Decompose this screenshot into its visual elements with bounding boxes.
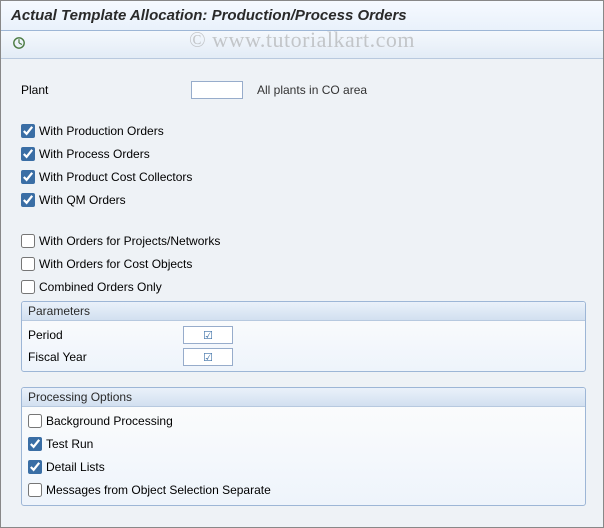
with-orders-projects-checkbox[interactable] — [21, 234, 35, 248]
checkbox-row: With QM Orders — [21, 189, 591, 211]
period-row: Period ☑ — [28, 324, 579, 346]
required-icon: ☑ — [203, 329, 213, 342]
period-input[interactable]: ☑ — [183, 326, 233, 344]
checkbox-label: Test Run — [46, 437, 93, 451]
with-qm-orders-checkbox[interactable] — [21, 193, 35, 207]
checkbox-row: With Product Cost Collectors — [21, 166, 591, 188]
checkbox-label: With QM Orders — [39, 193, 126, 207]
plant-label: Plant — [21, 83, 191, 97]
execute-button[interactable] — [9, 35, 29, 55]
fiscal-year-input[interactable]: ☑ — [183, 348, 233, 366]
plant-hint: All plants in CO area — [257, 83, 367, 97]
checkbox-row: With Production Orders — [21, 120, 591, 142]
fiscal-year-label: Fiscal Year — [28, 350, 183, 364]
combined-orders-only-checkbox[interactable] — [21, 280, 35, 294]
checkbox-row: Detail Lists — [28, 456, 579, 478]
group-header: Processing Options — [22, 388, 585, 407]
checkbox-row: With Orders for Cost Objects — [21, 253, 591, 275]
checkbox-label: Combined Orders Only — [39, 280, 162, 294]
checkbox-label: Detail Lists — [46, 460, 105, 474]
checkbox-row: Test Run — [28, 433, 579, 455]
group-body: Period ☑ Fiscal Year ☑ — [22, 321, 585, 371]
plant-row: Plant All plants in CO area — [21, 79, 591, 101]
with-process-orders-checkbox[interactable] — [21, 147, 35, 161]
messages-separate-checkbox[interactable] — [28, 483, 42, 497]
checkbox-row: Combined Orders Only — [21, 276, 591, 298]
title-bar: Actual Template Allocation: Production/P… — [1, 1, 603, 31]
with-orders-cost-objects-checkbox[interactable] — [21, 257, 35, 271]
checkbox-row: With Process Orders — [21, 143, 591, 165]
processing-options-group: Processing Options Background Processing… — [21, 387, 586, 506]
page-title: Actual Template Allocation: Production/P… — [11, 7, 593, 24]
execute-icon — [12, 36, 26, 53]
checkbox-row: Messages from Object Selection Separate — [28, 479, 579, 501]
toolbar — [1, 31, 603, 59]
required-icon: ☑ — [203, 351, 213, 364]
checkbox-label: With Product Cost Collectors — [39, 170, 192, 184]
detail-lists-checkbox[interactable] — [28, 460, 42, 474]
checkbox-label: With Process Orders — [39, 147, 150, 161]
plant-input[interactable] — [191, 81, 243, 99]
checkbox-row: With Orders for Projects/Networks — [21, 230, 591, 252]
checkbox-label: Messages from Object Selection Separate — [46, 483, 271, 497]
checkbox-label: With Orders for Projects/Networks — [39, 234, 220, 248]
period-label: Period — [28, 328, 183, 342]
checkbox-row: Background Processing — [28, 410, 579, 432]
parameters-group: Parameters Period ☑ Fiscal Year ☑ — [21, 301, 586, 372]
fiscal-year-row: Fiscal Year ☑ — [28, 346, 579, 368]
content-area: Plant All plants in CO area With Product… — [1, 59, 603, 527]
checkbox-label: Background Processing — [46, 414, 173, 428]
test-run-checkbox[interactable] — [28, 437, 42, 451]
group-body: Background Processing Test Run Detail Li… — [22, 407, 585, 505]
with-product-cost-collectors-checkbox[interactable] — [21, 170, 35, 184]
background-processing-checkbox[interactable] — [28, 414, 42, 428]
checkbox-label: With Production Orders — [39, 124, 164, 138]
with-production-orders-checkbox[interactable] — [21, 124, 35, 138]
checkbox-label: With Orders for Cost Objects — [39, 257, 192, 271]
group-header: Parameters — [22, 302, 585, 321]
